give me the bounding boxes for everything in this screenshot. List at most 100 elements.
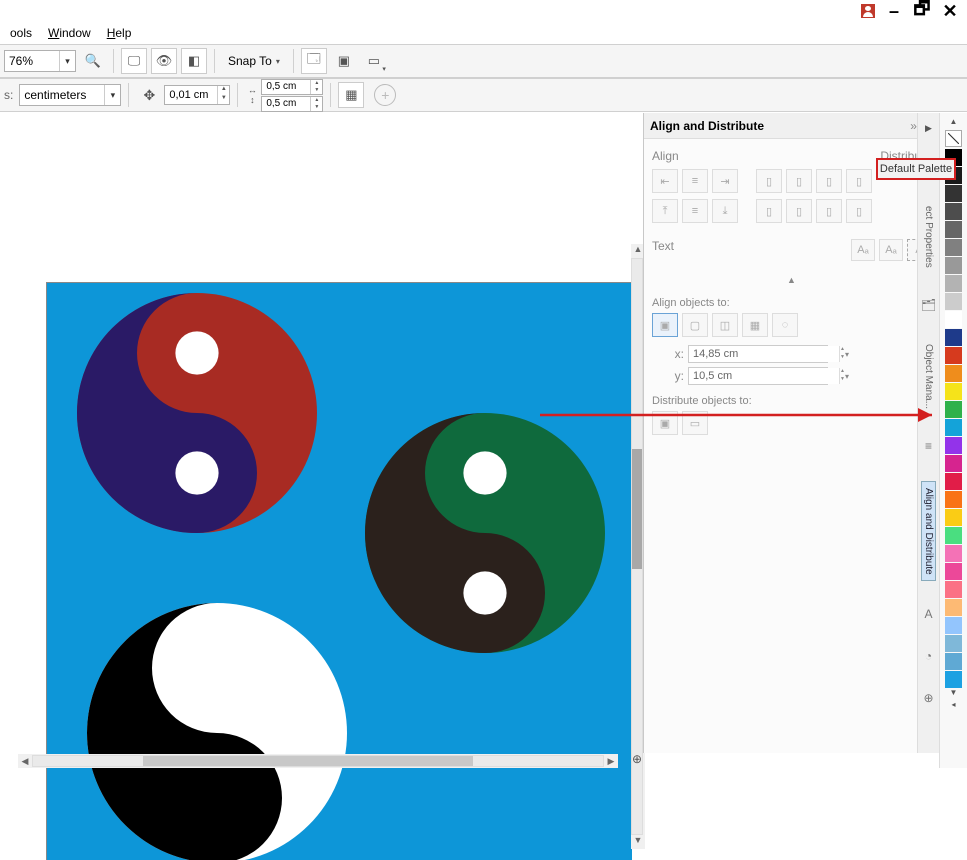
fullscreen-preview-button[interactable]: 🖵 bbox=[121, 48, 147, 74]
text-tab-icon[interactable]: A bbox=[921, 607, 937, 623]
docker-collapse-icon[interactable]: » bbox=[910, 119, 917, 133]
hscroll-thumb[interactable] bbox=[143, 756, 473, 766]
nudge-input[interactable] bbox=[165, 86, 217, 104]
coord-y-input[interactable] bbox=[689, 368, 839, 384]
simulate-overprint-button[interactable]: ◧ bbox=[181, 48, 207, 74]
color-swatch[interactable] bbox=[945, 437, 962, 454]
object-manager-tab[interactable]: Object Mana... bbox=[923, 340, 934, 413]
color-swatch[interactable] bbox=[945, 473, 962, 490]
color-swatch[interactable] bbox=[945, 653, 962, 670]
color-swatch[interactable] bbox=[945, 257, 962, 274]
snap-to-dropdown[interactable]: Snap To ▾ bbox=[222, 54, 286, 68]
scroll-down-icon[interactable]: ▼ bbox=[631, 835, 645, 849]
dup-x-input[interactable] bbox=[262, 80, 310, 94]
text-lastline-button[interactable]: Aₐ bbox=[879, 239, 903, 261]
menu-window[interactable]: Window bbox=[40, 24, 99, 42]
horizontal-scrollbar[interactable]: ◀ ▶ bbox=[18, 754, 618, 768]
dist-center-h-button[interactable]: ▯ bbox=[786, 169, 812, 193]
collapse-icon[interactable]: ▲ bbox=[652, 267, 931, 289]
more-tab-icon[interactable]: ⊕ bbox=[921, 691, 937, 707]
dist-to-selection-button[interactable]: ▣ bbox=[652, 411, 678, 435]
dup-y-input[interactable] bbox=[262, 97, 310, 111]
align-to-page-edge-button[interactable]: ▢ bbox=[682, 313, 708, 337]
nudge-spinner[interactable]: ▲▼ bbox=[217, 86, 229, 104]
coord-y-field[interactable]: ▲▼ ▾ bbox=[688, 367, 828, 385]
align-left-button[interactable]: ⇤ bbox=[652, 169, 678, 193]
align-bottom-button[interactable]: ⤓ bbox=[712, 199, 738, 223]
object-properties-tab[interactable]: ect Properties bbox=[923, 202, 934, 272]
color-swatch[interactable] bbox=[945, 419, 962, 436]
color-swatch[interactable] bbox=[945, 509, 962, 526]
color-swatch[interactable] bbox=[945, 491, 962, 508]
zoom-tool-icon[interactable]: 🔍 bbox=[80, 48, 106, 74]
align-distribute-tab[interactable]: Align and Distribute bbox=[921, 481, 936, 582]
color-swatch[interactable] bbox=[945, 293, 962, 310]
dist-to-page-button[interactable]: ▭ bbox=[682, 411, 708, 435]
align-top-button[interactable]: ⤒ bbox=[652, 199, 678, 223]
color-swatch[interactable] bbox=[945, 275, 962, 292]
coord-x-field[interactable]: ▲▼ ▾ bbox=[688, 345, 828, 363]
menu-help[interactable]: Help bbox=[99, 24, 140, 42]
dup-x-input-wrap[interactable]: ▲▼ bbox=[261, 79, 323, 95]
units-combo[interactable]: ▾ bbox=[19, 84, 121, 106]
zoom-combo[interactable]: ▾ bbox=[4, 50, 76, 72]
preview-toggle-button[interactable]: 👁 bbox=[151, 48, 177, 74]
color-swatch[interactable] bbox=[945, 635, 962, 652]
add-customize-button[interactable]: + bbox=[374, 84, 396, 106]
color-swatch[interactable] bbox=[945, 617, 962, 634]
color-swatch[interactable] bbox=[945, 401, 962, 418]
scroll-left-icon[interactable]: ◀ bbox=[18, 756, 32, 767]
color-swatch[interactable] bbox=[945, 581, 962, 598]
launch-button[interactable]: ▣ bbox=[331, 48, 357, 74]
color-swatch[interactable] bbox=[945, 221, 962, 238]
dup-x-spinner[interactable]: ▲▼ bbox=[310, 80, 322, 94]
color-swatch[interactable] bbox=[945, 527, 962, 544]
options-button[interactable]: 🗔 bbox=[301, 48, 327, 74]
zoom-dropdown-icon[interactable]: ▾ bbox=[59, 51, 75, 71]
palette-expand-icon[interactable]: ▶ bbox=[925, 123, 932, 134]
drawing-page[interactable] bbox=[46, 282, 632, 860]
navigator-icon[interactable]: ⊕ bbox=[629, 752, 645, 768]
minimize-button[interactable]: – bbox=[885, 1, 903, 22]
spin-down-icon[interactable]: ▼ bbox=[218, 95, 229, 104]
palette-scroll-down-icon[interactable]: ▼ bbox=[940, 688, 967, 700]
menu-tools[interactable]: ools bbox=[2, 24, 40, 42]
align-tab-icon[interactable]: ≡ bbox=[921, 439, 937, 455]
units-input[interactable] bbox=[20, 85, 104, 105]
dist-center-v-button[interactable]: ▯ bbox=[786, 199, 812, 223]
color-swatch[interactable] bbox=[945, 599, 962, 616]
align-center-h-button[interactable]: ≡ bbox=[682, 169, 708, 193]
close-button[interactable]: ✕ bbox=[941, 1, 959, 22]
chevron-down-icon[interactable]: ▾ bbox=[104, 85, 120, 105]
color-swatch[interactable] bbox=[945, 347, 962, 364]
color-swatch[interactable] bbox=[945, 239, 962, 256]
align-to-point-button[interactable]: ◌ bbox=[772, 313, 798, 337]
dist-right-button[interactable]: ▯ bbox=[846, 169, 872, 193]
vscroll-thumb[interactable] bbox=[632, 449, 642, 569]
color-tab-icon[interactable]: ◔ bbox=[921, 649, 937, 665]
palette-flyout-icon[interactable]: ◂ bbox=[940, 700, 967, 712]
align-to-active-button[interactable]: ▣ bbox=[652, 313, 678, 337]
palette-scroll-up-icon[interactable]: ▲ bbox=[940, 117, 967, 129]
align-center-v-button[interactable]: ≡ bbox=[682, 199, 708, 223]
yinyang-purple-red[interactable] bbox=[77, 293, 317, 533]
color-swatch[interactable] bbox=[945, 383, 962, 400]
spin-up-icon[interactable]: ▲ bbox=[218, 86, 229, 95]
text-baseline-button[interactable]: Aₐ bbox=[851, 239, 875, 261]
dist-bottom-button[interactable]: ▯ bbox=[846, 199, 872, 223]
dup-y-spinner[interactable]: ▲▼ bbox=[310, 97, 322, 111]
dup-y-input-wrap[interactable]: ▲▼ bbox=[261, 96, 323, 112]
yinyang-black-white[interactable] bbox=[87, 603, 347, 860]
dist-top-button[interactable]: ▯ bbox=[756, 199, 782, 223]
color-swatch[interactable] bbox=[945, 455, 962, 472]
align-to-page-center-button[interactable]: ◫ bbox=[712, 313, 738, 337]
color-swatch[interactable] bbox=[945, 203, 962, 220]
align-right-button[interactable]: ⇥ bbox=[712, 169, 738, 193]
dist-spacing-v-button[interactable]: ▯ bbox=[816, 199, 842, 223]
dist-left-button[interactable]: ▯ bbox=[756, 169, 782, 193]
no-color-swatch[interactable] bbox=[945, 130, 962, 147]
zoom-input[interactable] bbox=[5, 51, 59, 71]
color-swatch[interactable] bbox=[945, 671, 962, 688]
coord-x-input[interactable] bbox=[689, 346, 839, 362]
user-avatar-icon[interactable] bbox=[861, 4, 875, 18]
